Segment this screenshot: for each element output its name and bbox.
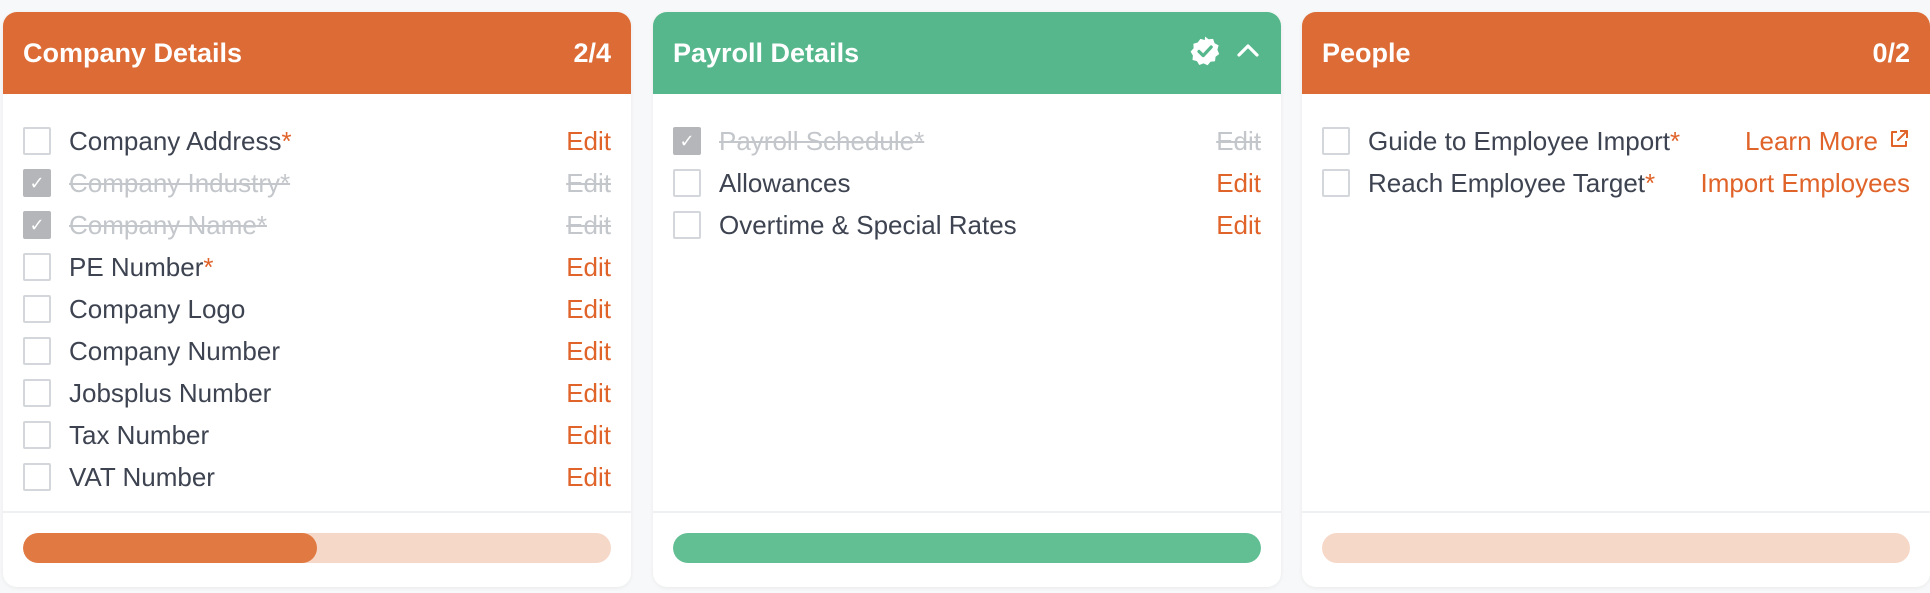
checkbox-checked[interactable]: ✓ xyxy=(23,169,51,197)
item-label: Guide to Employee Import xyxy=(1368,125,1671,156)
checklist-item: Tax Number Edit xyxy=(23,414,611,456)
progress-bar xyxy=(1322,533,1910,563)
item-label: Company Industry xyxy=(69,167,280,198)
checkbox[interactable] xyxy=(23,253,51,281)
edit-link[interactable]: Edit xyxy=(1216,168,1261,199)
progress-count: 0/2 xyxy=(1872,37,1910,68)
company-details-card: Company Details 2/4 Company Address* Edi… xyxy=(3,12,631,587)
checkbox[interactable] xyxy=(23,337,51,365)
checklist: ✓ Payroll Schedule* Edit Allowances Edit… xyxy=(653,94,1281,246)
card-footer xyxy=(1302,511,1930,587)
progress-bar xyxy=(673,533,1261,563)
checklist-item: ✓ Company Industry* Edit xyxy=(23,162,611,204)
edit-link[interactable]: Edit xyxy=(566,168,611,199)
checkbox[interactable] xyxy=(23,463,51,491)
card-footer xyxy=(3,511,631,587)
checklist-item: Guide to Employee Import* Learn More xyxy=(1322,120,1910,162)
edit-link[interactable]: Edit xyxy=(566,378,611,409)
checklist-item: PE Number* Edit xyxy=(23,246,611,288)
checkbox[interactable] xyxy=(23,421,51,449)
required-marker: * xyxy=(279,167,291,198)
required-marker: * xyxy=(914,125,925,156)
edit-link[interactable]: Edit xyxy=(566,252,611,283)
required-marker: * xyxy=(203,251,214,282)
verified-check-icon xyxy=(1189,35,1221,72)
item-label: Company Number xyxy=(69,335,280,366)
people-card: People 0/2 Guide to Employee Import* Lea… xyxy=(1302,12,1930,587)
checklist-item: ✓ Payroll Schedule* Edit xyxy=(673,120,1261,162)
required-marker: * xyxy=(281,125,292,156)
item-label: Allowances xyxy=(719,167,851,198)
item-label: Jobsplus Number xyxy=(69,377,272,408)
checklist-item: Jobsplus Number Edit xyxy=(23,372,611,414)
checklist-item: VAT Number Edit xyxy=(23,456,611,498)
checkbox-checked[interactable]: ✓ xyxy=(23,211,51,239)
people-header[interactable]: People 0/2 xyxy=(1302,12,1930,94)
external-link-icon xyxy=(1888,126,1910,157)
checkbox-checked[interactable]: ✓ xyxy=(673,127,701,155)
progress-bar xyxy=(23,533,611,563)
checkbox[interactable] xyxy=(1322,169,1350,197)
item-label: Overtime & Special Rates xyxy=(719,209,1017,240)
payroll-details-card: Payroll Details ✓ Payroll Schedule* Edit… xyxy=(653,12,1281,587)
item-label: Reach Employee Target xyxy=(1368,167,1646,198)
payroll-details-header[interactable]: Payroll Details xyxy=(653,12,1281,94)
edit-link[interactable]: Edit xyxy=(566,462,611,493)
checklist: Company Address* Edit ✓ Company Industry… xyxy=(3,94,631,498)
checklist-item: Overtime & Special Rates Edit xyxy=(673,204,1261,246)
edit-link[interactable]: Edit xyxy=(566,336,611,367)
item-label: Company Address xyxy=(69,125,282,156)
action-label: Learn More xyxy=(1745,125,1878,156)
edit-link[interactable]: Edit xyxy=(1216,126,1261,157)
edit-link[interactable]: Edit xyxy=(1216,210,1261,241)
checklist-item: Company Address* Edit xyxy=(23,120,611,162)
card-title: Payroll Details xyxy=(673,37,860,68)
required-marker: * xyxy=(1670,125,1681,156)
chevron-up-icon[interactable] xyxy=(1235,38,1261,69)
checkbox[interactable] xyxy=(673,211,701,239)
checklist-item: Company Number Edit xyxy=(23,330,611,372)
item-label: Company Name xyxy=(69,209,257,240)
required-marker: * xyxy=(1645,167,1656,198)
progress-fill xyxy=(673,533,1261,563)
item-label: PE Number xyxy=(69,251,204,282)
checklist: Guide to Employee Import* Learn More Rea… xyxy=(1302,94,1930,204)
checkbox[interactable] xyxy=(23,295,51,323)
checkbox[interactable] xyxy=(673,169,701,197)
progress-count: 2/4 xyxy=(573,37,611,68)
item-label: VAT Number xyxy=(69,461,215,492)
edit-link[interactable]: Edit xyxy=(566,420,611,451)
card-footer xyxy=(653,511,1281,587)
card-title: People xyxy=(1322,37,1411,68)
learn-more-link[interactable]: Learn More xyxy=(1745,126,1910,157)
edit-link[interactable]: Edit xyxy=(566,210,611,241)
edit-link[interactable]: Edit xyxy=(566,126,611,157)
import-employees-link[interactable]: Import Employees xyxy=(1700,168,1910,199)
company-details-header[interactable]: Company Details 2/4 xyxy=(3,12,631,94)
onboarding-cards: Company Details 2/4 Company Address* Edi… xyxy=(0,0,1930,593)
checklist-item: Company Logo Edit xyxy=(23,288,611,330)
item-label: Tax Number xyxy=(69,419,210,450)
progress-fill xyxy=(23,533,317,563)
checklist-item: Allowances Edit xyxy=(673,162,1261,204)
card-title: Company Details xyxy=(23,37,243,68)
item-label: Payroll Schedule xyxy=(719,125,915,156)
checkbox[interactable] xyxy=(23,127,51,155)
edit-link[interactable]: Edit xyxy=(566,294,611,325)
checkbox[interactable] xyxy=(1322,127,1350,155)
required-marker: * xyxy=(256,209,267,240)
checklist-item: Reach Employee Target* Import Employees xyxy=(1322,162,1910,204)
item-label: Company Logo xyxy=(69,293,246,324)
checkbox[interactable] xyxy=(23,379,51,407)
checklist-item: ✓ Company Name* Edit xyxy=(23,204,611,246)
